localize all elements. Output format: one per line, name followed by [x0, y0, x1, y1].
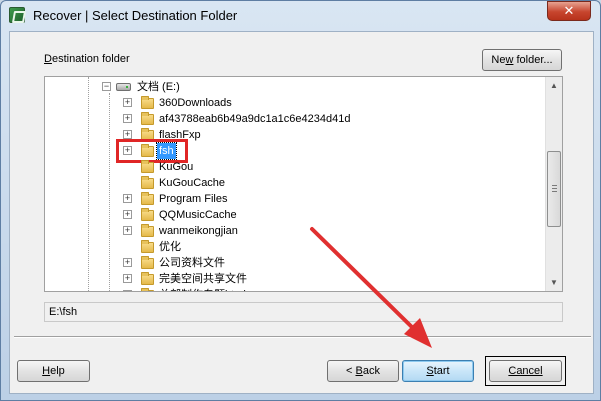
scroll-grip: [552, 188, 557, 189]
app-icon: [9, 7, 25, 23]
close-button[interactable]: ✕: [547, 1, 591, 21]
tree-node-folder[interactable]: + 公司资料文件: [123, 255, 523, 271]
tree-node-label: 总部制作专题html: [159, 287, 246, 291]
cancel-button[interactable]: Cancel: [489, 360, 562, 382]
tree-node-label: 完美空间共享文件: [159, 273, 247, 285]
folder-tree[interactable]: − 文档 (E:) +360Downloads + af43788eab6b49a9…: [44, 76, 563, 292]
expand-icon[interactable]: +: [123, 258, 132, 267]
tree-node-folder[interactable]: + 完美空间共享文件: [123, 271, 523, 287]
folder-icon: [141, 208, 154, 221]
tree-node-folder[interactable]: + af43788eab6b49a9dc1a1c6e4234d41d: [123, 111, 523, 127]
tree-node-folder[interactable]: + 总部制作专题html: [123, 287, 523, 291]
tree-node-label: 360Downloads: [159, 97, 232, 109]
tree-node-folder[interactable]: + QQMusicCache: [123, 207, 523, 223]
scroll-down-icon[interactable]: ▼: [546, 274, 562, 291]
scroll-grip: [552, 191, 557, 192]
window-title: Recover | Select Destination Folder: [33, 8, 238, 23]
expand-icon[interactable]: +: [123, 98, 132, 107]
expand-icon[interactable]: +: [123, 274, 132, 283]
expand-icon[interactable]: +: [123, 226, 132, 235]
tree-node-folder[interactable]: KuGou: [123, 159, 523, 175]
tree-node-folder[interactable]: + wanmeikongjian: [123, 223, 523, 239]
new-folder-button[interactable]: New folder...: [482, 49, 562, 71]
help-button[interactable]: Help: [17, 360, 90, 382]
tree-node-folder[interactable]: KuGouCache: [123, 175, 523, 191]
tree-guide-line: [88, 77, 89, 291]
expand-icon[interactable]: +: [123, 210, 132, 219]
start-button[interactable]: Start: [402, 360, 474, 382]
folder-tree-viewport: − 文档 (E:) +360Downloads + af43788eab6b49a9…: [45, 77, 546, 291]
tree-node-label: KuGouCache: [159, 177, 226, 189]
divider: [14, 336, 591, 338]
tree-node-label: wanmeikongjian: [159, 225, 238, 237]
scroll-thumb[interactable]: [547, 151, 561, 227]
folder-icon: [141, 176, 154, 189]
title-bar[interactable]: Recover | Select Destination Folder ✕: [1, 1, 600, 31]
scroll-up-icon[interactable]: ▲: [546, 77, 562, 94]
tree-node-label: 文档 (E:): [137, 81, 180, 93]
folder-icon: [141, 160, 154, 173]
tree-guide-line: [109, 93, 110, 291]
destination-path-field: E:\fsh: [44, 302, 563, 322]
folder-icon: [141, 288, 154, 291]
tree-node-label: 优化: [159, 241, 181, 253]
scroll-grip: [552, 185, 557, 186]
tree-node-folder[interactable]: 优化: [123, 239, 523, 255]
folder-icon: [141, 272, 154, 285]
drive-icon: [116, 83, 131, 91]
folder-icon: [141, 240, 154, 253]
tree-node-folder[interactable]: + Program Files: [123, 191, 523, 207]
tree-node-label: QQMusicCache: [159, 209, 237, 221]
tree-node-label: Program Files: [159, 193, 228, 205]
folder-icon: [141, 112, 154, 125]
back-button[interactable]: < Back: [327, 360, 399, 382]
expand-icon[interactable]: +: [123, 194, 132, 203]
folder-icon: [141, 96, 154, 109]
tree-node-label: 公司资料文件: [159, 257, 225, 269]
folder-icon: [141, 224, 154, 237]
tree-node-label: KuGou: [159, 161, 194, 173]
tree-node-label: af43788eab6b49a9dc1a1c6e4234d41d: [159, 113, 351, 125]
folder-icon: [141, 192, 154, 205]
expand-icon[interactable]: +: [123, 130, 132, 139]
destination-folder-label: Destination folder: [44, 53, 130, 65]
tree-node-drive[interactable]: − 文档 (E:): [102, 79, 302, 95]
dialog-window: Recover | Select Destination Folder ✕ De…: [0, 0, 601, 401]
tree-vertical-scrollbar[interactable]: ▲ ▼: [545, 77, 562, 291]
expand-icon[interactable]: +: [123, 114, 132, 123]
tree-node-folder[interactable]: +360Downloads: [123, 95, 523, 111]
folder-icon: [141, 256, 154, 269]
dialog-content: Destination folder New folder... − 文档 (E…: [9, 31, 594, 394]
expand-icon[interactable]: +: [123, 290, 132, 291]
collapse-icon[interactable]: −: [102, 82, 111, 91]
